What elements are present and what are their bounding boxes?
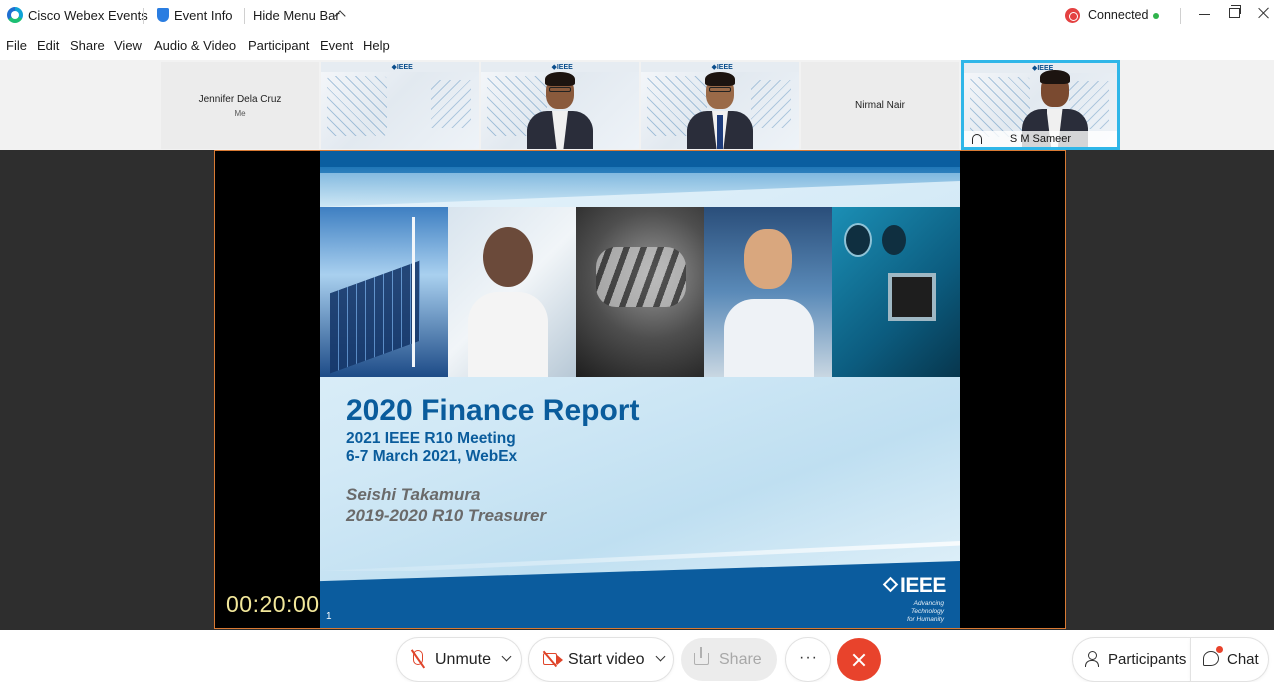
slide-page-number: 1 [326,611,332,622]
ieee-logo: IEEE [900,574,946,597]
start-video-button[interactable]: Start video [529,638,673,681]
chat-button[interactable]: Chat [1191,638,1268,681]
ieee-tagline: Advancing Technology for Humanity [880,600,944,624]
participant-tile[interactable]: Jennifer Dela Cruz Me [161,62,319,149]
participant-name: Jennifer Dela Cruz [198,93,282,105]
slide-author-role: 2019-2020 R10 Treasurer [346,506,547,525]
video-off-icon [543,653,563,665]
participant-video-tile[interactable]: ◆IEEE [641,62,799,149]
recording-status-icon [1065,8,1080,23]
circuit-background [751,80,791,128]
slide-photo-scientist [448,207,576,377]
slide-author: Seishi Takamura [346,485,481,504]
person-tie [717,115,723,149]
shield-icon[interactable] [157,8,169,22]
participants-button[interactable]: Participants [1073,638,1191,681]
chevron-down-icon[interactable] [501,651,512,662]
meeting-timer: 00:20:00 [226,591,320,617]
menu-view[interactable]: View [114,38,142,53]
participant-name: S M Sameer [964,131,1117,147]
menu-participant[interactable]: Participant [248,38,309,53]
participant-video-tile[interactable]: ◆IEEE [321,62,479,149]
close-icon[interactable] [1257,6,1271,20]
divider [1180,8,1181,24]
slide-date: 6-7 March 2021, WebEx [346,448,518,465]
participants-icon [1085,651,1101,667]
ieee-mini-logo: ◆IEEE [551,64,573,71]
chat-notification-badge [1216,646,1223,653]
person-glasses [709,87,731,92]
chat-icon [1203,651,1219,666]
microphone-muted-icon [413,650,423,665]
person-glasses [549,87,571,92]
share-icon [694,647,709,665]
menu-event[interactable]: Event [320,38,353,53]
slide-photo-circuit-board [832,207,960,377]
slide-title: 2020 Finance Report [346,394,640,427]
connection-dot-icon [1153,13,1159,19]
ieee-tagline-line: for Humanity [907,616,944,623]
chevron-down-icon[interactable] [655,651,666,662]
more-options-button[interactable]: ··· [786,638,830,681]
active-speaker-tile[interactable]: ◆IEEE S M Sameer [961,60,1120,150]
participant-name: Nirmal Nair [855,100,905,111]
event-info-button[interactable]: Event Info [174,8,233,23]
share-label: Share [719,651,762,668]
menu-share[interactable]: Share [70,38,105,53]
person-hair [705,72,735,86]
webex-logo-icon [7,7,23,23]
chat-label: Chat [1227,651,1259,668]
app-title: Cisco Webex Events [28,8,148,23]
start-video-label: Start video [568,651,645,668]
ieee-tagline-line: Advancing Technology [910,600,944,615]
participant-video-tile[interactable]: ◆IEEE [481,62,639,149]
circuit-background [327,76,387,136]
divider [244,8,245,24]
slide-footer-band [320,561,960,628]
menu-audio-video[interactable]: Audio & Video [154,38,236,53]
slide-subtitle: 2021 IEEE R10 Meeting [346,430,516,447]
presentation-slide: 2020 Finance Report 2021 IEEE R10 Meetin… [320,151,960,628]
divider [143,8,144,24]
participant-video [525,71,595,149]
participant-video [685,71,755,149]
participant-me-label: Me [234,108,246,118]
more-icon: ··· [799,649,818,666]
minimize-icon[interactable] [1199,14,1210,15]
participant-tile[interactable]: Nirmal Nair [801,62,959,149]
person-hair [1039,70,1070,84]
circuit-background [431,80,471,128]
person-hair [545,72,575,86]
hide-menu-bar-button[interactable]: Hide Menu Bar [253,8,340,23]
leave-meeting-button[interactable] [837,638,881,681]
menu-help[interactable]: Help [363,38,390,53]
slide-photo-wind-solar [320,207,448,377]
connection-status: Connected [1088,8,1149,22]
unmute-label: Unmute [435,651,492,668]
participants-label: Participants [1108,651,1187,668]
headset-icon [972,134,982,144]
title-bar: Cisco Webex Events Event Info Hide Menu … [0,0,1274,32]
ieee-mini-logo: ◆IEEE [391,64,413,71]
menu-file[interactable]: File [6,38,27,53]
ieee-mini-logo: ◆IEEE [711,64,733,71]
restore-icon[interactable] [1229,5,1241,18]
unmute-button[interactable]: Unmute [397,638,521,681]
share-button[interactable]: Share [681,638,777,681]
slide-photo-engineer [704,207,832,377]
slide-header-curve [320,167,960,207]
slide-photo-robot-hand [576,207,704,377]
menu-edit[interactable]: Edit [37,38,59,53]
